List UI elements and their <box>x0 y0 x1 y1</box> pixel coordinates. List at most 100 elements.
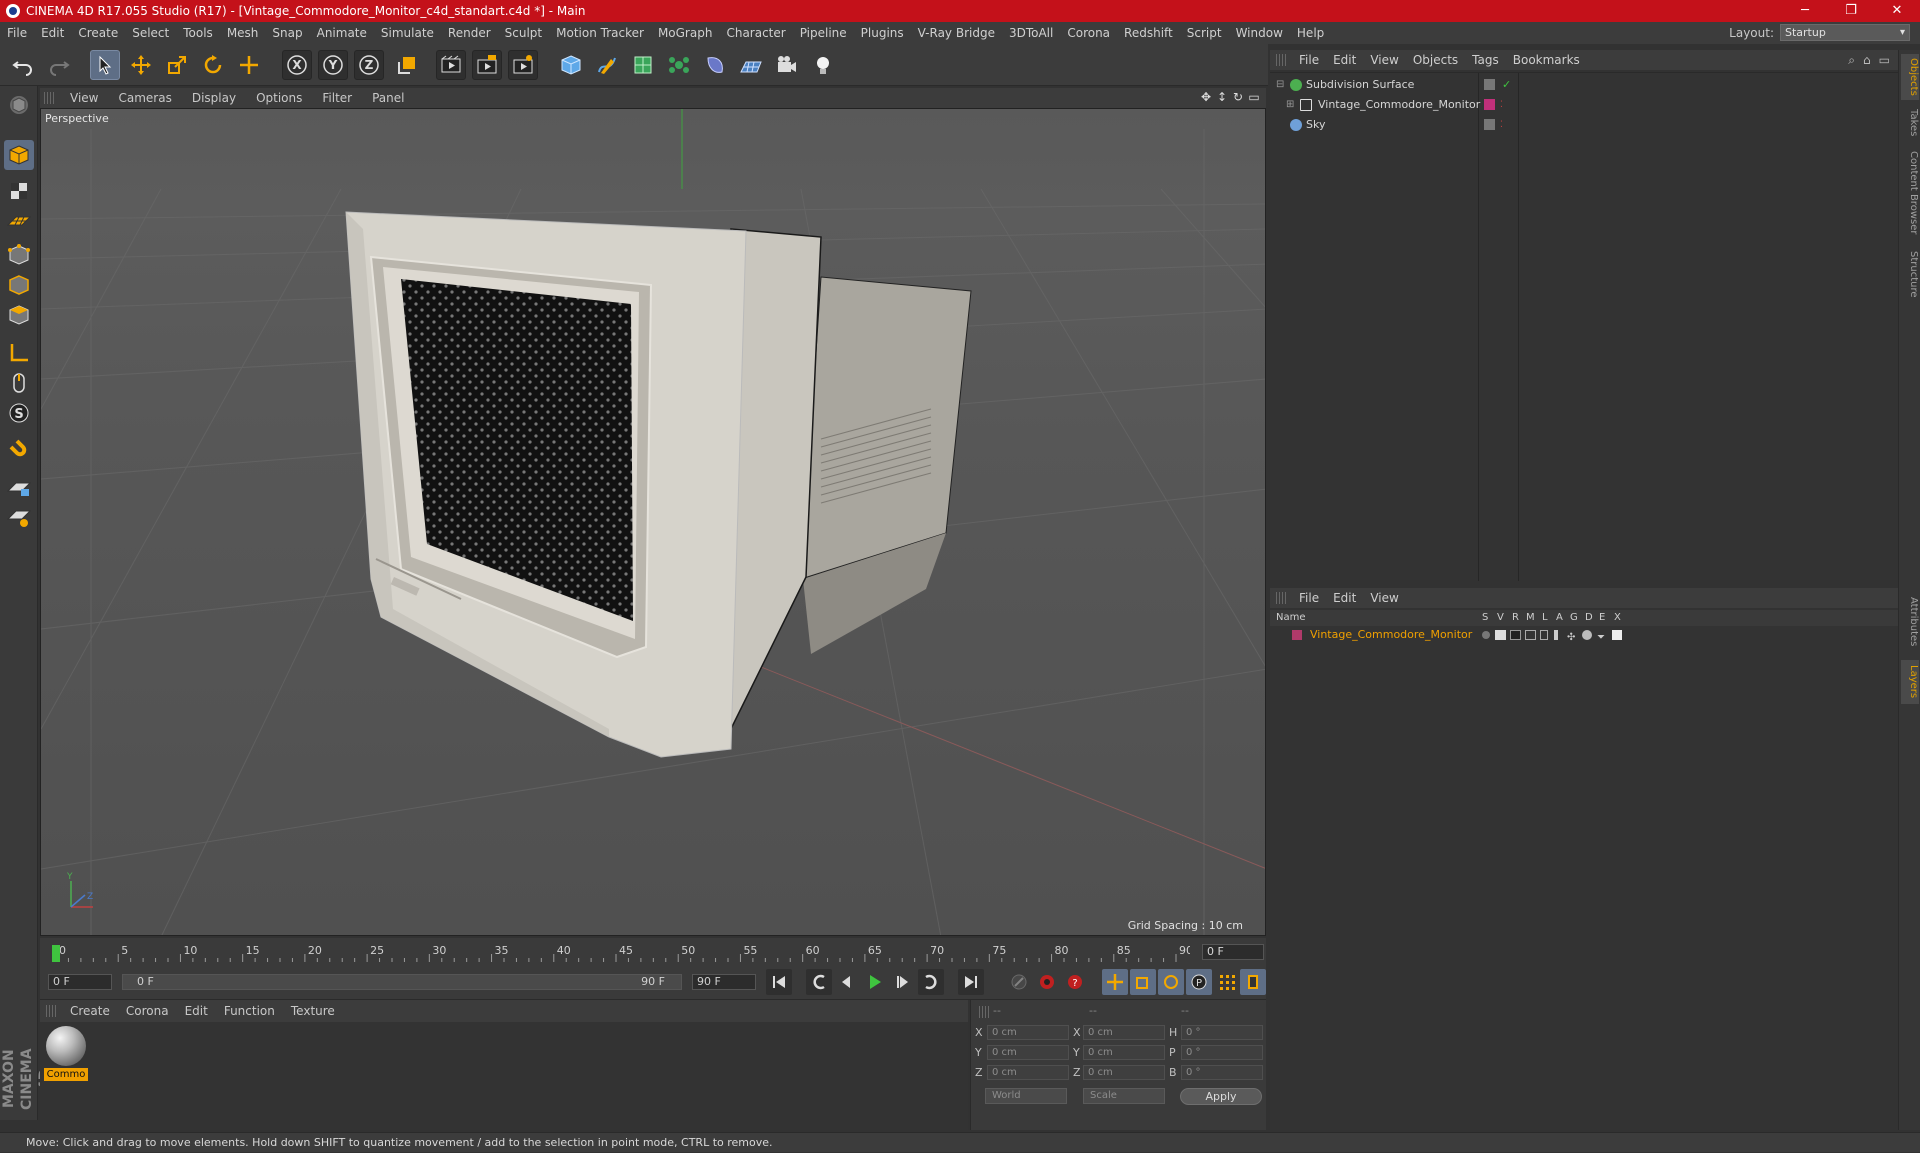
axis-mode-icon[interactable] <box>4 338 34 368</box>
make-editable-icon[interactable] <box>4 90 34 120</box>
position-z-field[interactable]: 0 cm <box>987 1065 1069 1080</box>
material-swatch[interactable]: Commo <box>44 1024 88 1081</box>
material-menu-texture[interactable]: Texture <box>283 1004 343 1018</box>
visibility-dots-icon[interactable]: ⁚ <box>1500 96 1503 114</box>
camera-icon[interactable] <box>772 50 802 80</box>
menu-render[interactable]: Render <box>441 22 498 44</box>
layer-row[interactable]: Vintage_Commodore_Monitor ✣ ⏷ <box>1270 626 1898 644</box>
record-keys-icon[interactable] <box>1006 969 1032 995</box>
tab-takes[interactable]: Takes <box>1901 106 1919 140</box>
texture-mode-icon[interactable] <box>4 176 34 206</box>
menu-window[interactable]: Window <box>1229 22 1290 44</box>
layer-col-view[interactable]: V <box>1497 612 1504 623</box>
layer-deformers-icon[interactable] <box>1582 630 1592 640</box>
key-point-level-icon[interactable] <box>1214 969 1240 995</box>
cloner-icon[interactable] <box>664 50 694 80</box>
tab-attributes[interactable]: Attributes <box>1901 590 1919 654</box>
subdivision-surface-icon[interactable] <box>628 50 658 80</box>
next-key-icon[interactable] <box>918 969 944 995</box>
go-to-end-icon[interactable] <box>958 969 984 995</box>
menu-file[interactable]: File <box>0 22 34 44</box>
menu-pipeline[interactable]: Pipeline <box>793 22 854 44</box>
coordinate-space-dropdown[interactable]: World <box>985 1088 1067 1104</box>
layer-col-name[interactable]: Name <box>1276 612 1306 623</box>
position-y-field[interactable]: 0 cm <box>987 1045 1069 1060</box>
light-icon[interactable] <box>808 50 838 80</box>
collapse-icon[interactable]: ⊟ <box>1276 76 1284 94</box>
coordinate-system-icon[interactable] <box>392 50 422 80</box>
scale-icon[interactable] <box>162 50 192 80</box>
menu-redshift[interactable]: Redshift <box>1117 22 1180 44</box>
key-parameter-icon[interactable]: P <box>1186 969 1212 995</box>
tab-objects[interactable]: Objects <box>1901 54 1919 100</box>
layer-col-manager[interactable]: M <box>1526 612 1535 623</box>
edges-mode-icon[interactable] <box>4 270 34 300</box>
menu-mograph[interactable]: MoGraph <box>651 22 720 44</box>
key-scale-icon[interactable] <box>1130 969 1156 995</box>
object-menu-tags[interactable]: Tags <box>1465 53 1506 67</box>
object-menu-view[interactable]: View <box>1363 53 1405 67</box>
perspective-viewport[interactable]: Y Z Perspective Grid Spacing : 10 cm <box>40 108 1266 936</box>
layer-render-icon[interactable] <box>1510 630 1521 640</box>
polygons-mode-icon[interactable] <box>4 300 34 330</box>
layer-lock-icon[interactable] <box>1540 630 1548 640</box>
model-mode-icon[interactable] <box>4 140 34 170</box>
apply-button[interactable]: Apply <box>1180 1088 1262 1105</box>
layer-expressions-icon[interactable]: ⏷ <box>1597 629 1605 647</box>
move-icon[interactable] <box>126 50 156 80</box>
planar-workplane-icon[interactable] <box>4 502 34 532</box>
tab-layers[interactable]: Layers <box>1901 660 1919 704</box>
object-row-vintage-commodore-monitor[interactable]: ⊞ Vintage_Commodore_Monitor ⁚ <box>1270 96 1898 114</box>
material-menu-corona[interactable]: Corona <box>118 1004 177 1018</box>
position-x-field[interactable]: 0 cm <box>987 1025 1069 1040</box>
object-menu-objects[interactable]: Objects <box>1406 53 1465 67</box>
menu-3dtoall[interactable]: 3DToAll <box>1002 22 1060 44</box>
start-frame-field[interactable]: 0 F <box>48 974 112 990</box>
deformer-icon[interactable] <box>700 50 730 80</box>
layer-col-generators[interactable]: G <box>1570 612 1578 623</box>
menu-character[interactable]: Character <box>719 22 792 44</box>
tab-structure[interactable]: Structure <box>1901 246 1919 302</box>
tweak-mode-icon[interactable] <box>4 368 34 398</box>
layer-animation-icon[interactable] <box>1554 630 1558 640</box>
undo-icon[interactable] <box>8 50 38 80</box>
layer-color-swatch[interactable] <box>1292 630 1302 640</box>
layer-col-solo[interactable]: S <box>1482 612 1488 623</box>
panel-grip[interactable] <box>1276 54 1288 66</box>
magnet-icon[interactable] <box>4 436 34 466</box>
menu-script[interactable]: Script <box>1180 22 1229 44</box>
viewport-pan-icon[interactable]: ✥ <box>1200 90 1212 104</box>
live-selection-icon[interactable] <box>90 50 120 80</box>
material-menu-edit[interactable]: Edit <box>177 1004 216 1018</box>
object-menu-file[interactable]: File <box>1292 53 1326 67</box>
current-frame-field[interactable]: 0 F <box>1202 944 1264 960</box>
menu-help[interactable]: Help <box>1290 22 1331 44</box>
viewport-menu-view[interactable]: View <box>60 91 108 105</box>
layer-manager-icon[interactable] <box>1525 630 1536 640</box>
menu-mesh[interactable]: Mesh <box>220 22 266 44</box>
end-frame-field[interactable]: 90 F <box>692 974 756 990</box>
viewport-menu-panel[interactable]: Panel <box>362 91 414 105</box>
redo-icon[interactable] <box>44 50 74 80</box>
pen-spline-icon[interactable] <box>592 50 622 80</box>
z-axis-icon[interactable]: Z <box>354 50 384 80</box>
locked-workplane-icon[interactable] <box>4 472 34 502</box>
object-new-window-icon[interactable]: ▭ <box>1879 53 1890 68</box>
x-axis-icon[interactable]: X <box>282 50 312 80</box>
menu-motion-tracker[interactable]: Motion Tracker <box>549 22 651 44</box>
object-home-icon[interactable]: ⌂ <box>1863 53 1871 68</box>
rotation-p-field[interactable]: 0 ° <box>1181 1045 1263 1060</box>
edit-render-settings-icon[interactable] <box>508 50 538 80</box>
object-search-icon[interactable]: ⌕ <box>1848 53 1855 68</box>
viewport-menu-filter[interactable]: Filter <box>312 91 362 105</box>
layer-col-deformers[interactable]: D <box>1585 612 1593 623</box>
viewport-rotate-icon[interactable]: ↻ <box>1232 90 1244 104</box>
layout-dropdown[interactable]: Startup <box>1780 24 1910 41</box>
cube-icon[interactable] <box>556 50 586 80</box>
snapping-icon[interactable]: S <box>4 398 34 428</box>
rotation-b-field[interactable]: 0 ° <box>1181 1065 1263 1080</box>
last-tool-icon[interactable] <box>234 50 264 80</box>
panel-grip[interactable] <box>44 92 56 104</box>
y-axis-icon[interactable]: Y <box>318 50 348 80</box>
layer-col-xref[interactable]: X <box>1614 612 1621 623</box>
